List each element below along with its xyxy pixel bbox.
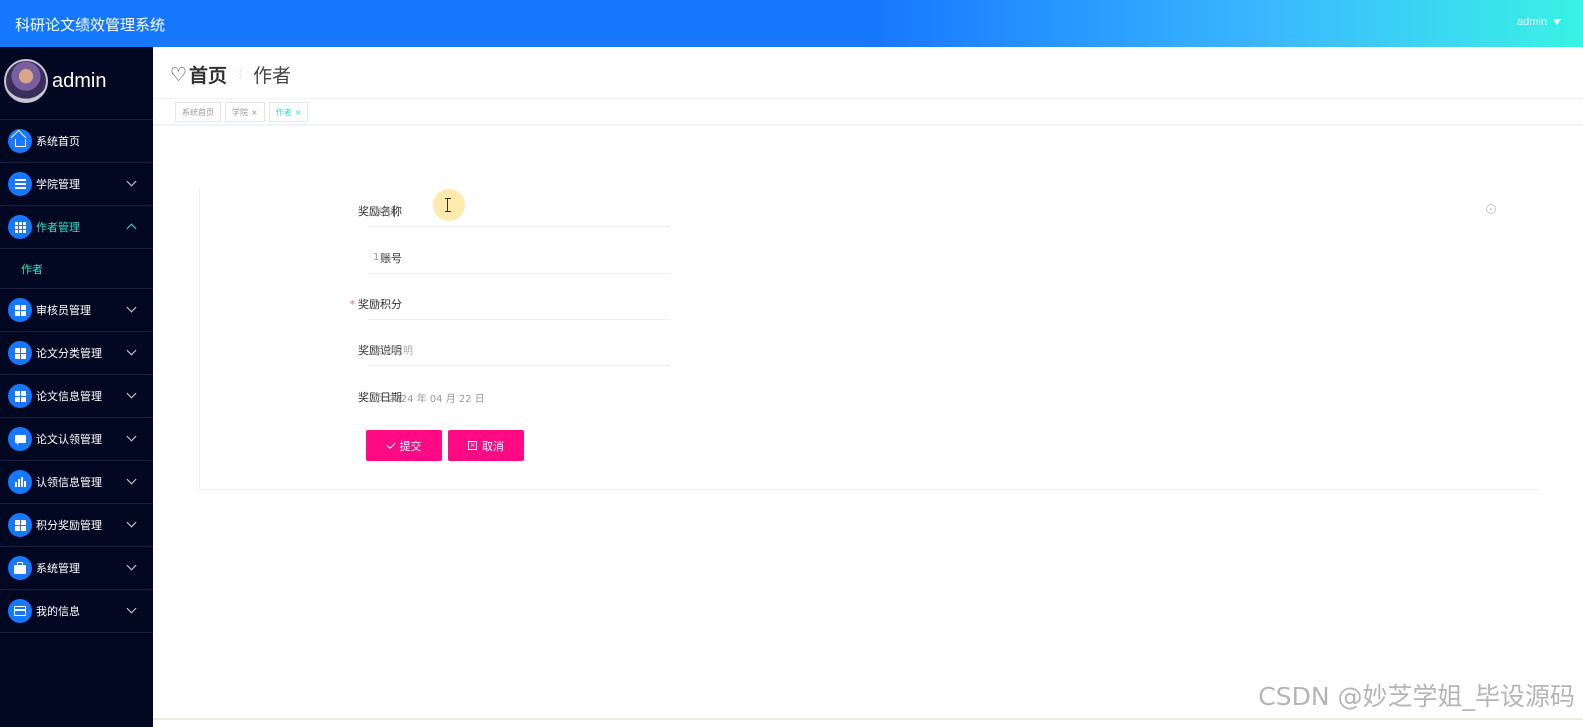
cancel-label: 取消 [482,439,504,453]
list-icon [8,172,32,196]
caret-down-icon [1553,19,1561,26]
sidebar-item-paper-claim[interactable]: 论文认领管理 [0,418,153,461]
grid-icon [8,341,32,365]
reward-date-value: 2024 年 04 月 22 日 [388,393,485,405]
form-row-reward-date: 奖励日期 2024 年 04 月 22 日 [200,381,900,413]
heart-icon: ♡ [170,63,188,86]
home-icon [8,129,32,153]
grid-icon [8,513,32,537]
reward-name-input[interactable]: 发布 [368,195,670,227]
avatar [4,59,48,103]
breadcrumb-separator-icon: ⋮ [235,69,246,80]
top-bar: 科研论文绩效管理系统 admin [0,0,1583,47]
form-row-reward-points: * 奖励积分 0 [200,288,900,320]
tab-label: 学院 [232,107,248,117]
tab-home[interactable]: 系统首页 [175,102,221,122]
tab-label: 系统首页 [182,107,214,117]
sidebar-item-home[interactable]: 系统首页 [0,120,153,163]
profile: admin [0,47,153,120]
tab-label: 作者 [275,107,292,117]
briefcase-icon [8,556,32,580]
reward-points-input[interactable]: 0 [368,288,670,320]
sidebar-item-label: 学院管理 [36,178,80,191]
tab-author[interactable]: 作者 × [268,102,309,122]
grid-icon [8,215,32,239]
sidebar-item-paper-category[interactable]: 论文分类管理 [0,332,153,375]
account-value: 111 [373,252,393,263]
breadcrumb: ♡ 首页 ⋮ 作者 [170,61,291,88]
submit-label: 提交 [399,439,422,453]
sidebar-item-author[interactable]: 作者管理 [0,206,153,249]
reward-description-input[interactable]: 奖励说明 [368,334,670,366]
sidebar-item-college[interactable]: 学院管理 [0,163,153,206]
divider [153,124,1583,126]
cancel-button[interactable]: × 取消 [448,430,524,461]
tab-bar: 系统首页 学院 × 作者 × [175,102,309,122]
sidebar-item-label: 审核员管理 [36,304,91,317]
sidebar-item-label: 我的信息 [36,605,80,618]
divider [153,718,1583,720]
app-title: 科研论文绩效管理系统 [15,16,166,34]
tab-college[interactable]: 学院 × [225,102,265,122]
sidebar-item-label: 论文认领管理 [36,433,102,446]
chat-icon [8,427,32,451]
user-menu[interactable]: admin [1517,16,1561,28]
watermark: CSDN @妙芝学姐_毕设源码 [1258,682,1575,711]
sidebar-item-label: 论文信息管理 [36,390,102,403]
sidebar-item-label: 论文分类管理 [36,347,102,360]
close-icon[interactable]: × [251,108,258,117]
form-row-account: 账号 111 [200,242,900,274]
clear-icon[interactable] [1486,204,1496,214]
divider [153,98,1583,99]
sidebar-item-reviewer[interactable]: 审核员管理 [0,289,153,332]
grid-icon [8,298,32,322]
reward-date-picker[interactable]: 2024 年 04 月 22 日 [368,381,670,413]
bar-chart-icon [8,470,32,494]
sidebar-item-claim-info[interactable]: 认领信息管理 [0,461,153,504]
submit-button[interactable]: 提交 [366,430,442,461]
sidebar-item-my-info[interactable]: 我的信息 [0,590,153,633]
reward-points-value: 0 [373,298,380,309]
sidebar: admin 系统首页 学院管理 作者管理 作者 审核员管理 论文分类管理 论文信… [0,47,153,727]
check-icon [385,439,396,449]
close-icon[interactable]: × [295,108,302,117]
sidebar-item-label: 积分奖励管理 [36,519,102,532]
sidebar-item-label: 系统管理 [36,562,80,575]
sidebar-item-points-reward[interactable]: 积分奖励管理 [0,504,153,547]
profile-name: admin [52,70,107,92]
breadcrumb-home[interactable]: 首页 [189,61,227,88]
sidebar-item-paper-info[interactable]: 论文信息管理 [0,375,153,418]
sidebar-item-label: 认领信息管理 [36,476,102,489]
user-menu-label: admin [1517,16,1547,28]
breadcrumb-current: 作者 [253,65,292,87]
close-box-icon: × [468,441,477,450]
required-marker: * [349,298,356,311]
sidebar-item-system[interactable]: 系统管理 [0,547,153,590]
account-input[interactable]: 111 [368,242,670,274]
reward-form: 奖励名称 发布 账号 111 * 奖励积分 0 奖励说明 奖励说明 奖励日期 20… [199,187,1539,490]
sidebar-subitem-author[interactable]: 作者 [0,249,153,289]
form-row-reward-name: 奖励名称 发布 [200,195,900,227]
text-cursor [394,204,395,217]
main-content: ♡ 首页 ⋮ 作者 系统首页 学院 × 作者 × 奖励名称 发布 账号 111 * 奖… [153,47,1583,727]
text-cursor-icon [445,198,451,212]
reward-description-placeholder: 奖励说明 [373,346,413,357]
form-row-reward-description: 奖励说明 奖励说明 [200,334,900,366]
card-icon [8,599,32,623]
calendar-icon [373,393,382,401]
sidebar-item-label: 系统首页 [36,135,80,148]
grid-icon [8,384,32,408]
reward-name-value: 发布 [373,207,393,218]
